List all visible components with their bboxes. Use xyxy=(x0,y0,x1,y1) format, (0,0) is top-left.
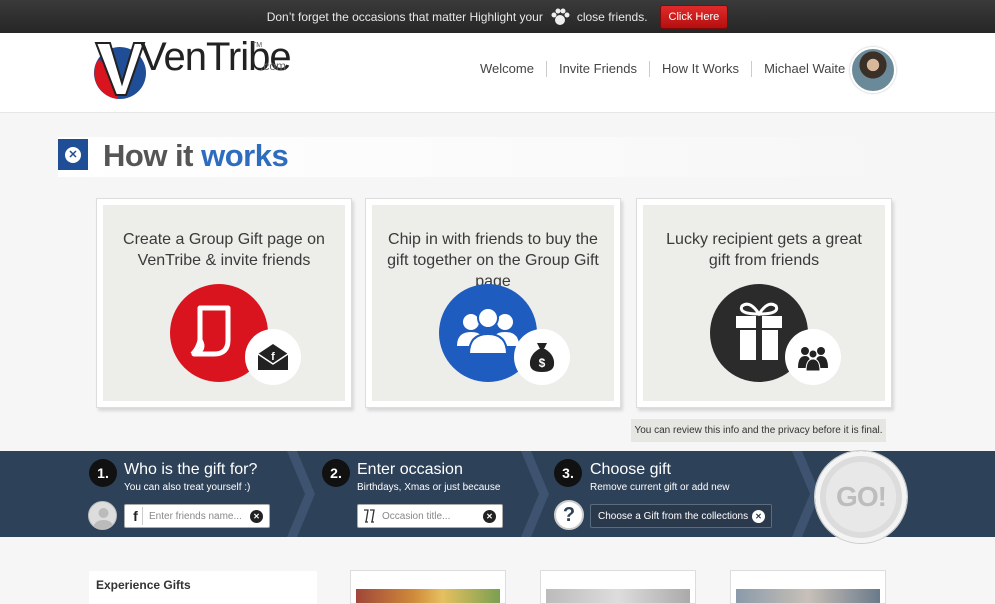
step-subtitle: You can also treat yourself :) xyxy=(124,482,251,493)
close-icon[interactable]: ✕ xyxy=(58,139,88,170)
step-card-create: Create a Group Gift page on VenTribe & i… xyxy=(96,198,352,408)
question-icon[interactable]: ? xyxy=(554,500,584,530)
clear-icon[interactable]: ✕ xyxy=(752,510,765,523)
user-name: Michael Waite xyxy=(764,61,846,76)
friend-name-input[interactable]: f Enter friends name... ✕ xyxy=(124,504,270,528)
facebook-icon: f xyxy=(129,507,143,525)
clear-icon[interactable]: ✕ xyxy=(250,510,263,523)
step-subtitle: Birthdays, Xmas or just because xyxy=(357,482,501,493)
occasion-title-input[interactable]: Occasion title... ✕ xyxy=(357,504,503,528)
paw-icon xyxy=(549,6,571,28)
champagne-icon xyxy=(362,509,376,523)
step-title: Choose gift xyxy=(590,461,671,478)
step-title: Enter occasion xyxy=(357,461,463,478)
occasion-placeholder: Occasion title... xyxy=(382,510,451,522)
wizard-step-3: 3. Choose gift Remove current gift or ad… xyxy=(530,451,820,537)
step-title: Who is the gift for? xyxy=(124,461,258,478)
choose-gift-button[interactable]: Choose a Gift from the collections ✕ xyxy=(590,504,772,528)
banner-text-before: Don’t forget the occasions that matter H… xyxy=(266,9,543,24)
avatar xyxy=(88,501,117,530)
main-nav: Welcome Invite Friends How It Works Mich… xyxy=(468,61,864,77)
step-subtitle: Remove current gift or add new xyxy=(590,482,730,493)
step-card-chip-in: Chip in with friends to buy the gift tog… xyxy=(365,198,621,408)
product-card[interactable] xyxy=(350,570,506,604)
product-image xyxy=(736,589,880,603)
logo-tm: TM xyxy=(252,42,263,49)
logo-com: .com xyxy=(260,59,287,73)
step-number: 1. xyxy=(89,459,117,487)
nav-welcome[interactable]: Welcome xyxy=(468,61,547,77)
product-card[interactable] xyxy=(730,570,886,604)
svg-text:$: $ xyxy=(539,356,546,370)
go-button[interactable]: GO! xyxy=(815,451,907,543)
step-card-text: Lucky recipient gets a great gift from f… xyxy=(666,231,862,269)
avatar[interactable] xyxy=(850,47,896,93)
nav-user-menu[interactable]: Michael Waite xyxy=(752,61,864,77)
choose-gift-label: Choose a Gift from the collections xyxy=(598,510,749,522)
page-title: How it works xyxy=(103,138,289,173)
nav-invite-friends[interactable]: Invite Friends xyxy=(547,61,650,77)
svg-text:f: f xyxy=(271,351,275,363)
product-image xyxy=(356,589,500,603)
site-header: VenTribe TM .com Welcome Invite Friends … xyxy=(0,33,995,113)
wizard-step-1: 1. Who is the gift for? You can also tre… xyxy=(0,451,300,537)
people-icon xyxy=(785,329,841,385)
click-here-button[interactable]: Click Here xyxy=(659,4,729,29)
logo-wordmark: VenTribe xyxy=(140,35,292,79)
step-card-text: Create a Group Gift page on VenTribe & i… xyxy=(123,231,325,269)
product-image xyxy=(546,589,690,603)
sidebar-title[interactable]: Experience Gifts xyxy=(96,578,191,592)
step-card-recipient: Lucky recipient gets a great gift from f… xyxy=(636,198,892,408)
privacy-tooltip: You can review this info and the privacy… xyxy=(631,419,886,442)
product-card[interactable] xyxy=(540,570,696,604)
step-number: 3. xyxy=(554,459,582,487)
step-number: 2. xyxy=(322,459,350,487)
banner-text-after: close friends. xyxy=(576,9,648,24)
money-bag-icon: $ xyxy=(514,329,570,385)
step-card-text: Chip in with friends to buy the gift tog… xyxy=(387,231,599,290)
facebook-envelope-icon: f xyxy=(245,329,301,385)
nav-how-it-works[interactable]: How It Works xyxy=(650,61,753,77)
friend-name-placeholder: Enter friends name... xyxy=(149,510,242,522)
wizard-step-2: 2. Enter occasion Birthdays, Xmas or jus… xyxy=(300,451,530,537)
ventribe-logo[interactable]: VenTribe TM .com xyxy=(88,25,298,105)
clear-icon[interactable]: ✕ xyxy=(483,510,496,523)
